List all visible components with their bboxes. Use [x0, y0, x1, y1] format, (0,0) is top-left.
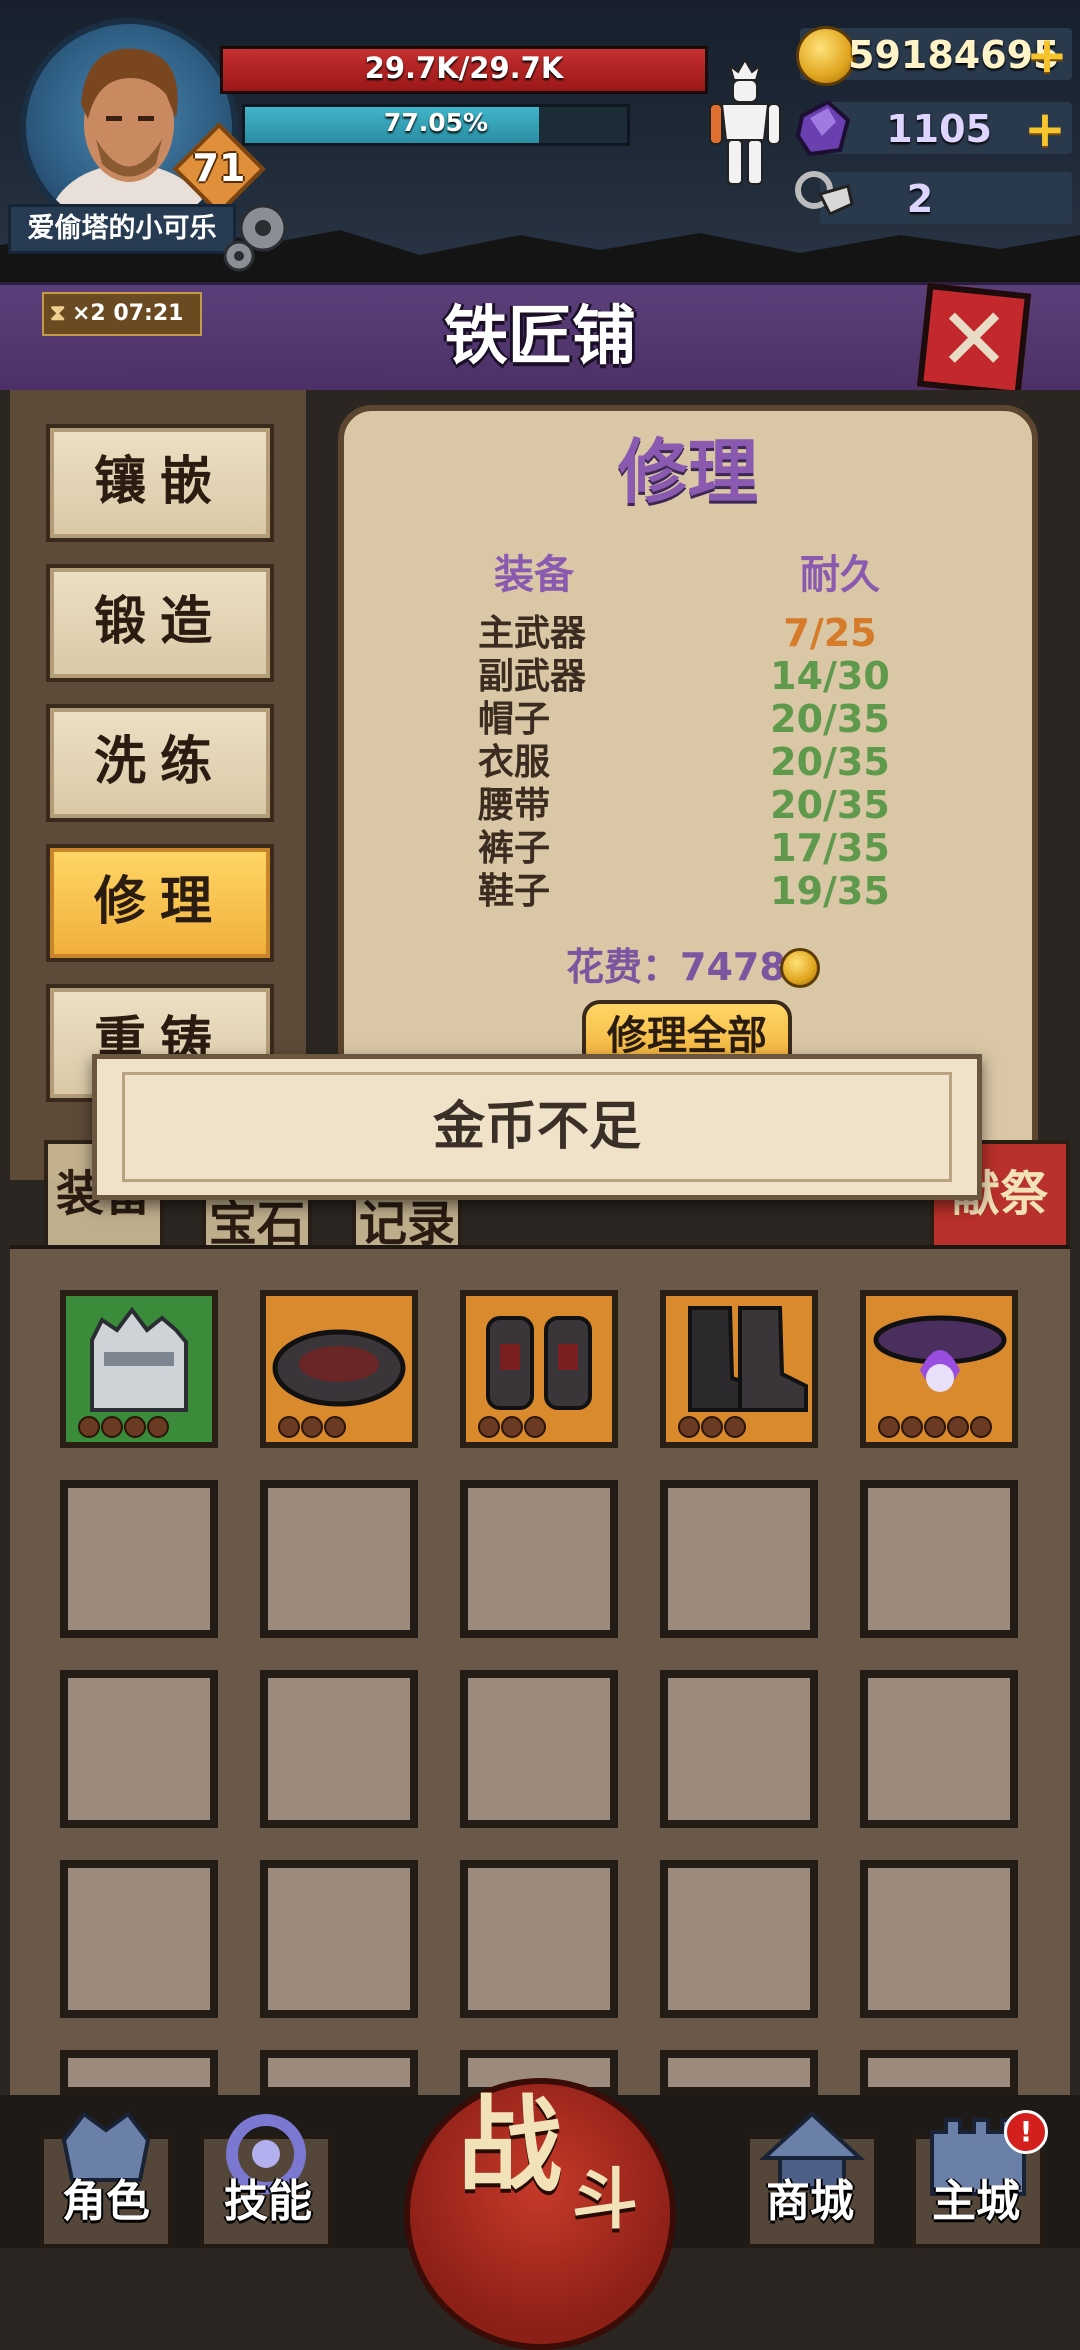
- item-sockets: [878, 1416, 993, 1438]
- inventory-item-gauntlets[interactable]: [460, 1290, 618, 1448]
- inventory-empty-slot[interactable]: [260, 1670, 418, 1828]
- inventory-item-belt[interactable]: [260, 1290, 418, 1448]
- inventory-empty-slot[interactable]: [60, 1480, 218, 1638]
- inventory-empty-slot[interactable]: [860, 1480, 1018, 1638]
- durability-value: 7/25: [783, 611, 877, 655]
- city-notification-badge: !: [1004, 2110, 1048, 2154]
- nav-shop-label: 商城: [766, 2176, 854, 2227]
- inventory-empty-slot[interactable]: [660, 2050, 818, 2095]
- item-sockets: [278, 1416, 347, 1438]
- close-icon[interactable]: ✕: [922, 290, 1026, 394]
- inventory-empty-slot[interactable]: [260, 1480, 418, 1638]
- inventory-item-cursed-belt[interactable]: [860, 1290, 1018, 1448]
- player-name: 爱偷塔的小可乐: [8, 204, 236, 254]
- gauntlets-icon: [486, 1316, 592, 1410]
- inventory-empty-slot[interactable]: [460, 1860, 618, 2018]
- equipment-name: 主武器: [478, 613, 587, 654]
- settings-gear-icon[interactable]: [215, 190, 305, 280]
- cursed-belt-icon: [873, 1315, 1007, 1392]
- inventory-empty-slot[interactable]: [60, 1860, 218, 2018]
- durability-value: 14/30: [770, 654, 890, 698]
- battle-label-2: 斗: [572, 2161, 638, 2238]
- nav-city-label: 主城: [932, 2176, 1020, 2227]
- cost-value: 7478: [680, 945, 786, 989]
- equipment-name: 帽子: [478, 699, 551, 740]
- inventory-empty-slot[interactable]: [260, 2050, 418, 2095]
- durability-value: 20/35: [770, 740, 890, 784]
- column-durability: 耐久: [800, 552, 880, 598]
- durability-value: 17/35: [770, 826, 890, 870]
- item-sockets: [78, 1416, 170, 1438]
- boots-icon: [688, 1306, 808, 1412]
- inventory-empty-slot[interactable]: [60, 2050, 218, 2095]
- nav-skills-label: 技能: [224, 2176, 312, 2227]
- inventory-empty-slot[interactable]: [660, 1670, 818, 1828]
- inventory-empty-slot[interactable]: [860, 1860, 1018, 2018]
- menu-forge-button[interactable]: 锻造: [46, 564, 274, 682]
- toast-message: 金币不足: [432, 1097, 641, 1157]
- add-gold-icon[interactable]: +: [1026, 30, 1068, 80]
- equipment-name: 裤子: [478, 828, 551, 869]
- menu-refine-button[interactable]: 洗练: [46, 704, 274, 822]
- cost-coin-icon: [780, 948, 820, 988]
- inventory-item-helmet[interactable]: [60, 1290, 218, 1448]
- equipment-name: 副武器: [478, 656, 587, 697]
- equipment-name: 腰带: [478, 785, 551, 826]
- durability-value: 19/35: [770, 869, 890, 913]
- repair-cost: 花费：7478: [566, 942, 786, 992]
- menu-repair-button[interactable]: 修理: [46, 844, 274, 962]
- inventory-item-boots[interactable]: [660, 1290, 818, 1448]
- menu-inlay-button[interactable]: 镶嵌: [46, 424, 274, 542]
- durability-list: 7/25 14/30 20/35 20/35 20/35 17/35 19/35: [760, 612, 900, 913]
- key-amount: 2: [906, 177, 934, 221]
- item-sockets: [678, 1416, 747, 1438]
- xp-text: 77.05%: [383, 108, 489, 137]
- inventory-empty-slot[interactable]: [660, 1860, 818, 2018]
- hp-text: 29.7K/29.7K: [364, 51, 564, 85]
- cost-label: 花费：: [566, 945, 681, 989]
- durability-value: 20/35: [770, 697, 890, 741]
- ram-skull-icon: [795, 171, 854, 216]
- column-equipment: 装备: [494, 552, 574, 598]
- equipment-name: 鞋子: [478, 871, 551, 912]
- belt-icon: [272, 1329, 406, 1407]
- inventory-empty-slot[interactable]: [860, 1670, 1018, 1828]
- nav-character-label: 角色: [62, 2176, 150, 2227]
- equipment-name: 衣服: [478, 742, 551, 783]
- equipment-list: 主武器 副武器 帽子 衣服 腰带 裤子 鞋子: [478, 612, 638, 913]
- add-gem-icon[interactable]: +: [1024, 104, 1066, 154]
- inventory-empty-slot[interactable]: [460, 1670, 618, 1828]
- gold-coin-icon: [796, 26, 856, 86]
- gold-amount: 59184695: [848, 33, 1060, 77]
- equipment-knight-icon[interactable]: [700, 58, 790, 190]
- gem-amount: 1105: [886, 107, 992, 151]
- inventory-empty-slot[interactable]: [860, 2050, 1018, 2095]
- player-level: 71: [192, 146, 246, 190]
- item-sockets: [478, 1416, 547, 1438]
- inventory-empty-slot[interactable]: [660, 1480, 818, 1638]
- helmet-icon: [90, 1306, 188, 1412]
- inventory-empty-slot[interactable]: [260, 1860, 418, 2018]
- inventory-empty-slot[interactable]: [460, 1480, 618, 1638]
- inventory-empty-slot[interactable]: [60, 1670, 218, 1828]
- durability-value: 20/35: [770, 783, 890, 827]
- purple-gem-icon: [795, 99, 851, 157]
- repair-title: 修理: [618, 431, 758, 513]
